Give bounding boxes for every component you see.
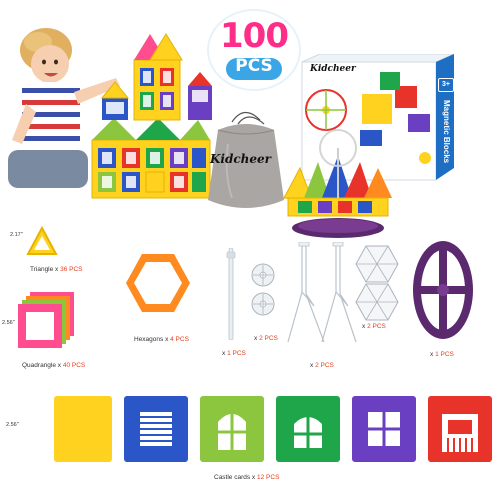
connector-stick-piece <box>226 248 236 340</box>
wheel-pair-quantity-label: x 2 PCS <box>254 335 278 342</box>
triangle-piece <box>26 226 58 256</box>
box-brand-logo: Kidcheer <box>310 64 356 74</box>
hexagon-quantity-label: Hexagons x 4 PCS <box>134 336 189 343</box>
piece-count-number: 100 <box>220 16 289 56</box>
triangle-quantity-label: Triangle x 36 PCS <box>30 266 83 273</box>
castle-card-blue-slats <box>124 396 188 462</box>
connector-stick-qty-text: 1 PCS <box>227 350 246 357</box>
castle-card-yellow <box>54 396 112 462</box>
castle-card-size-label: 2.56" <box>6 422 19 428</box>
castle-cards-row <box>36 392 500 466</box>
hexagon-piece <box>124 252 192 314</box>
ferris-wheel-model <box>278 128 398 240</box>
quadrangle-quantity-label: Quadrangle x 40 PCS <box>22 362 85 369</box>
box-side-title: Magnetic Blocks <box>442 100 451 164</box>
oval-base-quantity-label: x 1 PCS <box>430 351 454 358</box>
connector-stick-quantity-label: x 1 PCS <box>222 350 246 357</box>
castle-card-red-door <box>428 396 492 462</box>
bracket-frame-pieces <box>284 242 360 356</box>
box-age-label: 3+ <box>438 78 454 92</box>
quadrangle-pieces-stack <box>16 290 78 352</box>
hex-frame-qty-text: 2 PCS <box>367 323 386 330</box>
castle-cards-quantity-label: Castle cards x 12 PCS <box>214 474 279 481</box>
triangle-label-text: Triangle x <box>30 266 61 273</box>
small-wheel-pieces <box>250 262 276 318</box>
bracket-quantity-label: x 2 PCS <box>310 362 334 369</box>
product-image: 100 PCS Kidcheer 3+ Magnetic Blocks Kidc… <box>0 0 500 500</box>
wheel-pair-qty-text: 2 PCS <box>259 335 278 342</box>
triangle-size-label: 2.17" <box>10 232 23 238</box>
storage-bag: Kidcheer <box>204 104 288 214</box>
box-side-title-wrapper: Magnetic Blocks <box>440 100 452 164</box>
oval-base-qty-text: 1 PCS <box>435 351 454 358</box>
piece-count-badge: 100 PCS <box>206 8 302 96</box>
child-building-castle-photo <box>4 20 219 218</box>
bag-brand-logo: Kidcheer <box>210 152 272 166</box>
castle-card-purple-grid <box>352 396 416 462</box>
bracket-qty-text: 2 PCS <box>315 362 334 369</box>
quadrangle-qty-text: 40 PCS <box>62 362 86 369</box>
triangle-qty-text: 36 PCS <box>60 266 83 273</box>
castle-cards-label-text: Castle cards x <box>214 474 257 481</box>
hexagon-label-text: Hexagons x <box>134 336 171 343</box>
castle-card-lime-arch <box>200 396 264 462</box>
oval-base-piece <box>410 238 476 342</box>
hexagon-qty-text: 4 PCS <box>170 336 189 343</box>
quadrangle-label-text: Quadrangle x <box>22 362 63 369</box>
castle-cards-qty-text: 12 PCS <box>257 474 280 481</box>
hex-frame-quantity-label: x 2 PCS <box>362 323 386 330</box>
hexagon-frame-pieces <box>354 244 400 322</box>
castle-card-green-window <box>276 396 340 462</box>
piece-count-unit: PCS <box>235 56 273 76</box>
quadrangle-size-label: 2.56" <box>2 320 15 326</box>
